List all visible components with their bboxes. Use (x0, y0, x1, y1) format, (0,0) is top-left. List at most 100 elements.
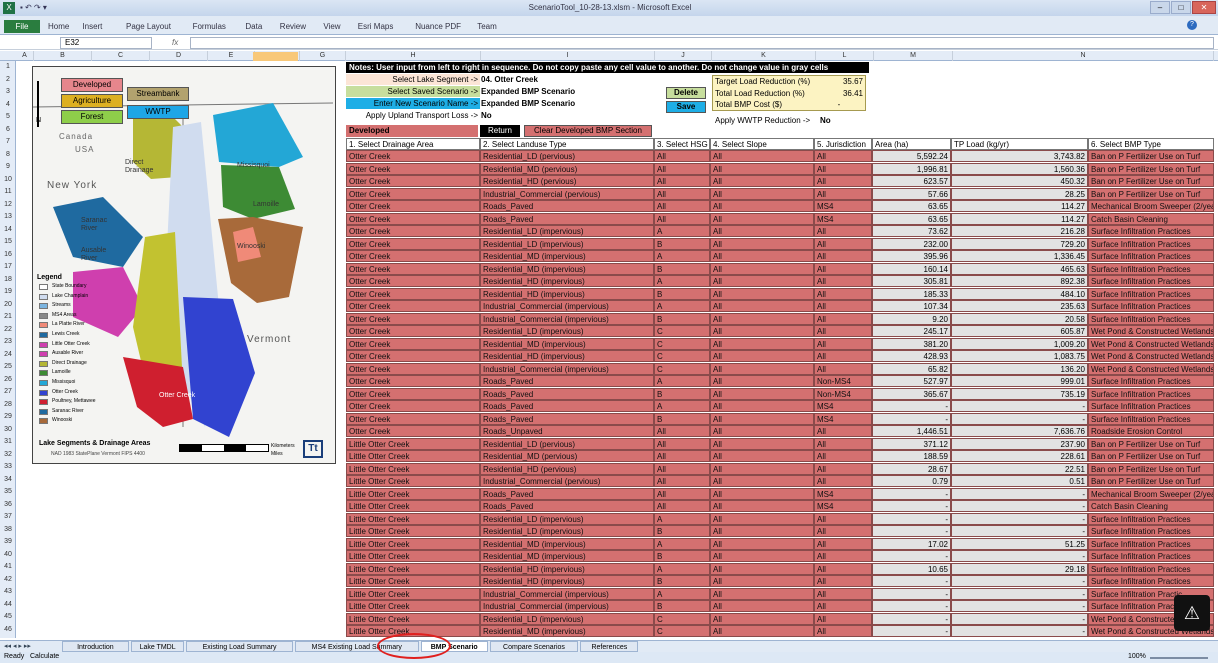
table-cell[interactable]: Non-MS4 (814, 375, 872, 387)
table-cell[interactable]: All (654, 187, 710, 200)
table-cell[interactable]: All (814, 562, 872, 575)
table-cell[interactable]: A (654, 275, 710, 287)
row-header[interactable]: 28 (0, 399, 16, 411)
row-header[interactable]: 11 (0, 186, 16, 198)
table-cell[interactable]: All (654, 487, 710, 500)
table-cell[interactable]: Surface Infiltration Practices (1088, 562, 1214, 575)
ribbon-tab[interactable]: Team (477, 22, 497, 31)
table-cell[interactable]: All (814, 275, 872, 287)
table-cell[interactable]: Surface Infiltration Practices (1088, 375, 1214, 387)
table-cell[interactable]: Little Otter Creek (346, 525, 480, 537)
column-header[interactable]: I (481, 51, 655, 61)
table-cell[interactable]: MS4 (814, 412, 872, 425)
table-cell[interactable]: All (814, 162, 872, 175)
new-scenario-input[interactable]: Expanded BMP Scenario (481, 98, 653, 109)
table-cell[interactable]: Residential_HD (impervious) (480, 350, 654, 362)
table-cell[interactable]: MS4 (814, 200, 872, 212)
row-header[interactable]: 23 (0, 336, 16, 348)
row-header[interactable]: 2 (0, 74, 16, 86)
sheet-tab[interactable]: Lake TMDL (130, 641, 185, 652)
column-header[interactable]: E (208, 51, 255, 61)
table-cell[interactable]: Little Otter Creek (346, 512, 480, 525)
row-header[interactable]: 22 (0, 324, 16, 336)
row-header[interactable]: 10 (0, 174, 16, 186)
ribbon-tab[interactable]: Review (280, 22, 306, 31)
table-cell[interactable]: All (654, 150, 710, 162)
table-cell[interactable]: All (710, 512, 814, 525)
ribbon-tab[interactable]: Insert (82, 22, 102, 31)
table-cell[interactable]: All (814, 525, 872, 537)
table-cell[interactable]: All (814, 150, 872, 162)
table-cell[interactable]: Roads_Paved (480, 200, 654, 212)
row-header[interactable]: 6 (0, 124, 16, 136)
table-cell[interactable]: All (710, 212, 814, 225)
table-cell[interactable]: Otter Creek (346, 325, 480, 337)
table-cell[interactable]: Roads_Paved (480, 212, 654, 225)
table-cell[interactable]: All (814, 325, 872, 337)
table-cell[interactable]: All (710, 600, 814, 612)
table-cell[interactable]: All (710, 425, 814, 437)
row-header[interactable]: 41 (0, 561, 16, 573)
table-cell[interactable]: Residential_HD (impervious) (480, 562, 654, 575)
table-cell[interactable]: Roads_Paved (480, 387, 654, 400)
table-cell[interactable]: All (710, 275, 814, 287)
table-cell[interactable]: B (654, 237, 710, 250)
table-cell[interactable]: Roads_Unpaved (480, 425, 654, 437)
table-cell[interactable]: Otter Creek (346, 387, 480, 400)
row-header[interactable]: 43 (0, 586, 16, 598)
table-cell[interactable]: All (710, 200, 814, 212)
table-cell[interactable]: Industrial_Commercial (pervious) (480, 475, 654, 487)
table-cell[interactable]: Otter Creek (346, 262, 480, 275)
table-cell[interactable]: All (654, 212, 710, 225)
table-cell[interactable]: Catch Basin Cleaning (1088, 500, 1214, 512)
table-cell[interactable]: Industrial_Commercial (impervious) (480, 600, 654, 612)
table-cell[interactable]: Residential_MD (impervious) (480, 250, 654, 262)
table-cell[interactable]: All (710, 287, 814, 300)
table-cell[interactable]: All (710, 387, 814, 400)
row-header[interactable]: 44 (0, 599, 16, 611)
table-cell[interactable]: All (710, 575, 814, 587)
table-cell[interactable]: Little Otter Creek (346, 562, 480, 575)
table-cell[interactable]: B (654, 412, 710, 425)
table-cell[interactable]: Surface Infiltration Practices (1088, 262, 1214, 275)
table-cell[interactable]: Little Otter Creek (346, 450, 480, 462)
table-cell[interactable]: C (654, 362, 710, 375)
table-cell[interactable]: Ban on P Fertilizer Use on Turf (1088, 162, 1214, 175)
row-header[interactable]: 26 (0, 374, 16, 386)
row-header[interactable]: 42 (0, 574, 16, 586)
table-cell[interactable]: Little Otter Creek (346, 475, 480, 487)
table-cell[interactable]: Otter Creek (346, 300, 480, 312)
table-cell[interactable]: Roads_Paved (480, 487, 654, 500)
table-cell[interactable]: All (654, 450, 710, 462)
column-header[interactable]: D (150, 51, 208, 61)
table-cell[interactable]: All (814, 362, 872, 375)
table-cell[interactable]: Residential_HD (pervious) (480, 462, 654, 475)
quick-access-toolbar[interactable]: ▪ ↶ ↷ ▾ (20, 3, 82, 13)
table-cell[interactable]: All (710, 187, 814, 200)
table-cell[interactable]: Roads_Paved (480, 500, 654, 512)
table-cell[interactable]: All (814, 612, 872, 625)
table-cell[interactable]: Industrial_Commercial (impervious) (480, 312, 654, 325)
table-cell[interactable]: Otter Creek (346, 212, 480, 225)
table-cell[interactable]: Roads_Paved (480, 412, 654, 425)
table-cell[interactable]: Mechanical Broom Sweeper (2/year) (1088, 200, 1214, 212)
row-header[interactable]: 24 (0, 349, 16, 361)
ribbon-tab[interactable]: Data (245, 22, 262, 31)
table-cell[interactable]: All (814, 575, 872, 587)
table-cell[interactable]: All (710, 450, 814, 462)
row-header[interactable]: 25 (0, 361, 16, 373)
table-cell[interactable]: All (710, 350, 814, 362)
table-cell[interactable]: All (710, 400, 814, 412)
table-cell[interactable]: Residential_HD (pervious) (480, 175, 654, 187)
table-cell[interactable]: A (654, 300, 710, 312)
table-cell[interactable]: Otter Creek (346, 287, 480, 300)
table-cell[interactable]: All (654, 175, 710, 187)
table-cell[interactable]: Otter Creek (346, 225, 480, 237)
table-cell[interactable]: A (654, 400, 710, 412)
table-cell[interactable]: Surface Infiltration Practices (1088, 312, 1214, 325)
table-cell[interactable]: MS4 (814, 487, 872, 500)
table-cell[interactable]: All (710, 237, 814, 250)
table-cell[interactable]: All (710, 500, 814, 512)
row-header[interactable]: 4 (0, 99, 16, 111)
table-cell[interactable]: All (814, 450, 872, 462)
